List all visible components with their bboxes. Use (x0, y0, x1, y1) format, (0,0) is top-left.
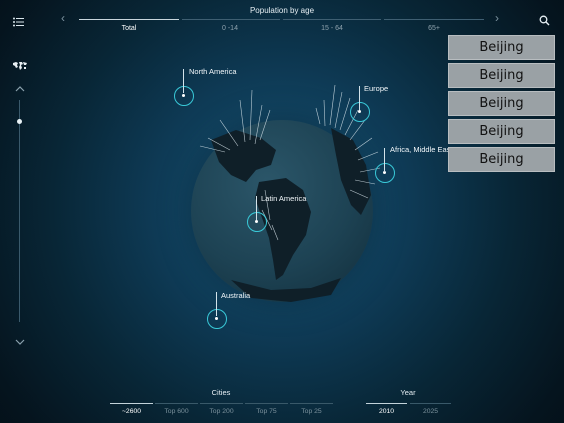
region-label-africa-middle-east: Africa, Middle East (390, 145, 453, 154)
year-title: Year (400, 388, 416, 397)
cities-tab-top25[interactable]: Top 25 (290, 408, 333, 415)
zoom-slider-knob[interactable] (17, 119, 22, 124)
cities-tab-top75[interactable]: Top 75 (245, 408, 288, 415)
cities-tab-indicator-top600 (155, 403, 198, 404)
list-menu-icon[interactable] (13, 14, 25, 27)
city-item[interactable]: Beijing (448, 63, 555, 88)
header-title: Population by age (249, 6, 315, 15)
city-item[interactable]: Beijing (448, 147, 555, 172)
cities-tab-top200[interactable]: Top 200 (200, 408, 243, 415)
year-tab-indicator-2025 (410, 403, 451, 404)
world-map-icon[interactable] (12, 58, 28, 70)
year-tab-2025[interactable]: 2025 (410, 408, 451, 415)
cities-title: Cities (211, 388, 231, 397)
leader-line-latin-america (256, 196, 257, 220)
tab-65-plus[interactable]: 65+ (404, 25, 464, 32)
region-dot-north-america (182, 94, 185, 97)
tab-indicator-0-14 (182, 19, 280, 20)
leader-line-australia (216, 292, 217, 316)
region-dot-europe (358, 110, 361, 113)
tab-15-64[interactable]: 15 - 64 (302, 25, 362, 32)
year-tab-2010[interactable]: 2010 (366, 408, 407, 415)
chevron-left-icon[interactable]: ‹ (61, 11, 65, 25)
chevron-right-icon[interactable]: › (495, 11, 499, 25)
chevron-up-icon[interactable] (15, 80, 25, 92)
region-dot-australia (215, 317, 218, 320)
chevron-down-icon[interactable] (15, 333, 25, 345)
leader-line-north-america (183, 69, 184, 93)
region-label-australia: Australia (221, 291, 251, 300)
city-item[interactable]: Beijing (448, 35, 555, 60)
cities-tab-indicator-2600 (110, 403, 153, 404)
cities-tab-indicator-top75 (245, 403, 288, 404)
cities-tab-2600[interactable]: ~2600 (110, 408, 153, 415)
leader-line-europe (359, 86, 360, 110)
city-item[interactable]: Beijing (448, 119, 555, 144)
tab-0-14[interactable]: 0 -14 (200, 25, 260, 32)
tab-indicator-total (79, 19, 179, 20)
leader-line-africa-middle-east (384, 148, 385, 172)
zoom-slider-track[interactable] (19, 100, 20, 322)
cities-tab-top600[interactable]: Top 600 (155, 408, 198, 415)
year-tab-indicator-2010 (366, 403, 407, 404)
tab-total[interactable]: Total (99, 25, 159, 32)
region-label-latin-america: Latin America (261, 194, 307, 203)
cities-tab-indicator-top25 (290, 403, 333, 404)
region-dot-latin-america (255, 220, 258, 223)
tab-indicator-65 (384, 19, 484, 20)
region-label-north-america: North America (189, 67, 237, 76)
city-item[interactable]: Beijing (448, 91, 555, 116)
tab-indicator-15-64 (283, 19, 381, 20)
region-label-europe: Europe (364, 84, 389, 93)
cities-tab-indicator-top200 (200, 403, 243, 404)
